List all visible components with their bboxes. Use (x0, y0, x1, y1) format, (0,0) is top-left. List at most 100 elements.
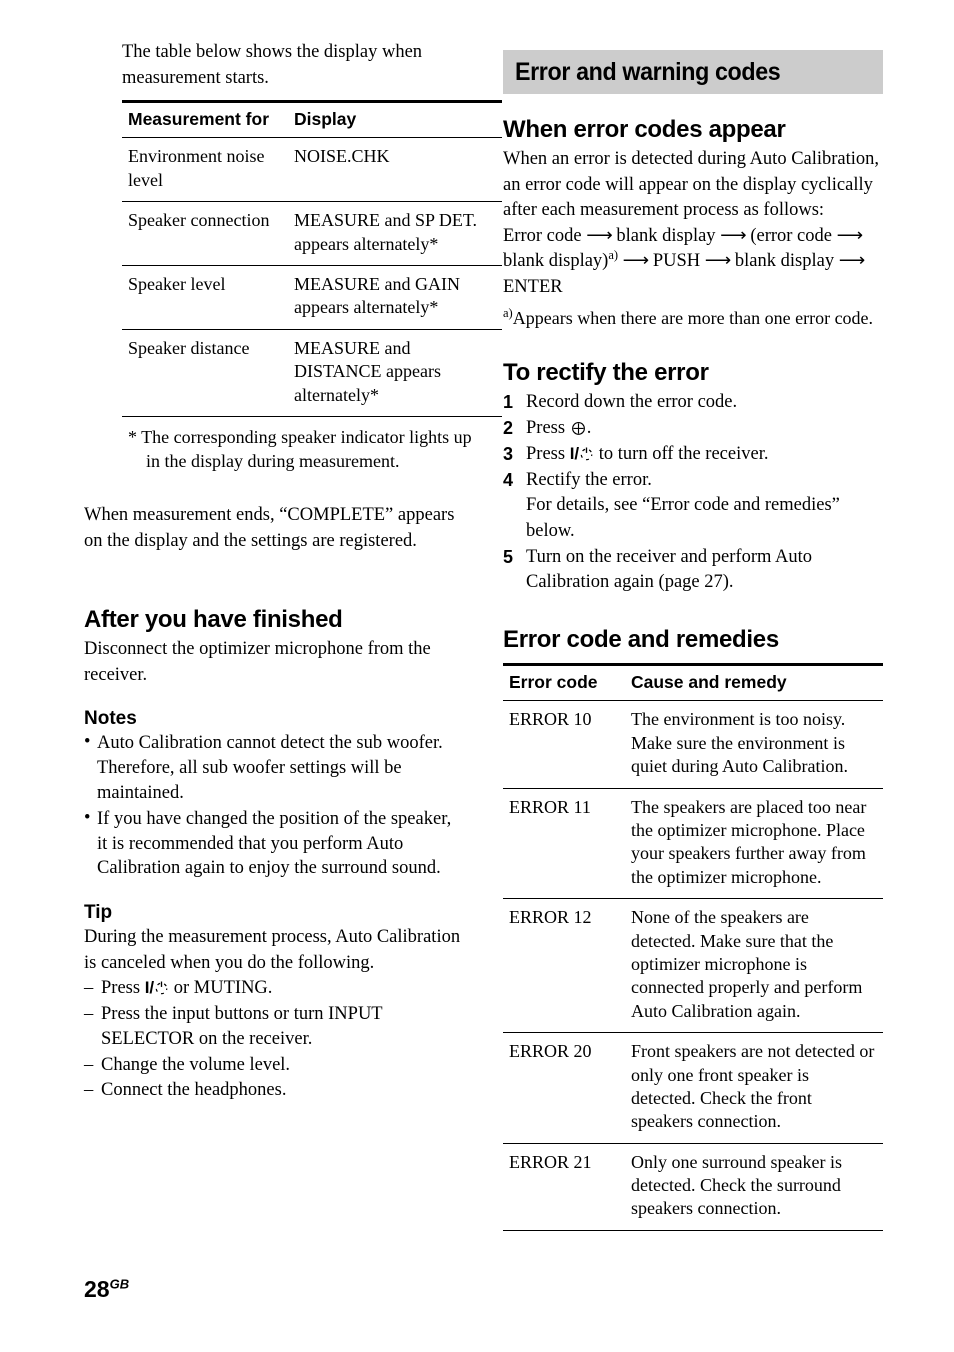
complete-paragraph: When measurement ends, “COMPLETE” appear… (84, 505, 455, 551)
when-error-codes-paragraph: When an error is detected during Auto Ca… (503, 149, 880, 221)
cell-remedy: The speakers are placed too near the opt… (631, 796, 867, 887)
intro-paragraph: The table below shows the display when m… (122, 42, 423, 88)
heading-notes: Notes (84, 708, 137, 730)
table-header-row: Error code Cause and remedy (503, 664, 883, 701)
after-finished-body: Disconnect the optimizer microphone from… (84, 639, 431, 685)
list-item: Connect the headphones. (84, 1078, 464, 1103)
power-symbol-label: I/ (145, 978, 169, 997)
heading-to-rectify-the-error: To rectify the error (503, 358, 709, 386)
arrow-icon: ⟶ (836, 225, 864, 246)
cell-error-code: ERROR 12 (509, 907, 592, 928)
step-text: Rectify the error. (526, 470, 652, 491)
column-header-measurement-for: Measurement for (128, 109, 270, 130)
cell-remedy: None of the speakers are detected. Make … (631, 907, 863, 1021)
cell-measurement-for: Environment noise level (128, 146, 265, 190)
list-item: Press the input buttons or turn INPUT SE… (84, 1002, 464, 1052)
tip-text-muting: or MUTING. (169, 978, 273, 999)
step-text-before: Press (526, 444, 570, 465)
table-row: Environment noise level NOISE.CHK (122, 138, 502, 202)
column-header-cause-and-remedy: Cause and remedy (631, 672, 787, 693)
right-column: Error and warning codes When error codes… (503, 50, 883, 1231)
measurement-table-head: Measurement for Display (122, 101, 502, 138)
column-header-error-code: Error code (509, 672, 598, 693)
step-text-after: . (586, 418, 592, 438)
cell-error-code: ERROR 21 (509, 1151, 592, 1172)
list-item: Press I/ to turn off the receiver. (503, 442, 883, 467)
tip-text: Connect the headphones. (101, 1080, 287, 1101)
table-row: Speaker level MEASURE and GAIN appears a… (122, 265, 502, 330)
section-band: Error and warning codes (503, 50, 883, 94)
table-row: Speaker connection MEASURE and SP DET. a… (122, 202, 502, 266)
footnote-marker: a) (503, 306, 513, 321)
cell-measurement-for: Speaker distance (128, 337, 250, 358)
heading-error-code-and-remedies: Error code and remedies (503, 626, 779, 654)
heading-tip: Tip (84, 902, 113, 924)
cell-error-code: ERROR 20 (509, 1041, 592, 1062)
list-item: Auto Calibration cannot detect the sub w… (84, 730, 464, 805)
error-code-flow: Error code ⟶ blank display ⟶ (error code… (503, 224, 883, 301)
error-remedies-table: Error code Cause and remedy ERROR 10 The… (503, 663, 883, 1231)
table-row: ERROR 21 Only one surround speaker is de… (503, 1143, 883, 1231)
cell-remedy: The environment is too noisy. Make sure … (631, 709, 848, 777)
cell-measurement-for: Speaker level (128, 273, 226, 294)
error-table-body: ERROR 10 The environment is too noisy. M… (503, 701, 883, 1231)
page-locale-suffix: GB (109, 1276, 130, 1292)
cell-display: MEASURE and SP DET. appears alternately* (294, 210, 478, 254)
cell-error-code: ERROR 10 (509, 709, 592, 730)
footnote-reference: a) (608, 247, 619, 262)
tip-intro: During the measurement process, Auto Cal… (84, 927, 461, 973)
error-table-head: Error code Cause and remedy (503, 664, 883, 701)
tip-text: Change the volume level. (101, 1054, 291, 1075)
power-icon (579, 444, 594, 461)
step-text-before: Press (526, 418, 570, 438)
step-text-after: to turn off the receiver. (594, 444, 769, 465)
document-page: The table below shows the display when m… (0, 0, 954, 1352)
step-text: Record down the error code. (526, 391, 738, 412)
list-item: Turn on the receiver and perform Auto Ca… (503, 545, 883, 595)
cell-remedy: Only one surround speaker is detected. C… (631, 1151, 842, 1219)
tip-list: Press I/ or MUTING. Press the input butt… (84, 976, 464, 1103)
list-item: Rectify the error. For details, see “Err… (503, 468, 883, 543)
table-row: ERROR 10 The environment is too noisy. M… (503, 701, 883, 789)
error-flow-footnote: a)Appears when there are more than one e… (503, 307, 883, 331)
step-continuation-text: For details, see “Error code and remedie… (526, 495, 840, 541)
list-item: If you have changed the position of the … (84, 806, 464, 881)
flow-part-blank-display-2: blank display (734, 251, 835, 272)
page-number-value: 28 (84, 1276, 110, 1302)
arrow-icon: ⟶ (838, 251, 866, 272)
flow-part-enter: ENTER (503, 276, 563, 297)
rectify-steps-list: Record down the error code. Press . Pres… (503, 390, 883, 595)
left-column: The table below shows the display when m… (84, 40, 502, 1104)
measurement-table-footnote: * The corresponding speaker indicator li… (128, 426, 472, 471)
arrow-icon: ⟶ (704, 251, 732, 272)
flow-part-blank-display: blank display (616, 225, 716, 246)
heading-when-error-codes-appear: When error codes appear (503, 116, 786, 143)
tip-text-press: Press (101, 978, 145, 999)
measurement-display-table: Measurement for Display Environment nois… (122, 100, 502, 417)
flow-part-push: PUSH (652, 251, 701, 272)
note-text: If you have changed the position of the … (97, 808, 452, 879)
page-number: 28GB (84, 1276, 129, 1303)
cell-display: MEASURE and GAIN appears alternately* (294, 273, 460, 318)
flow-part-error-code-paren: (error code (750, 225, 832, 246)
table-row: Speaker distance MEASURE and DISTANCE ap… (122, 329, 502, 417)
footnote-text: Appears when there are more than one err… (512, 308, 874, 329)
flow-part-error-code: Error code (503, 225, 582, 246)
circle-plus-icon (570, 419, 587, 436)
arrow-icon: ⟶ (622, 251, 650, 272)
list-item: Change the volume level. (84, 1053, 464, 1078)
cell-remedy: Front speakers are not detected or only … (631, 1041, 875, 1132)
notes-list: Auto Calibration cannot detect the sub w… (84, 730, 464, 881)
tip-text: Press the input buttons or turn INPUT SE… (101, 1003, 383, 1049)
power-symbol-label: I/ (570, 444, 594, 463)
measurement-table-body: Environment noise level NOISE.CHK Speake… (122, 138, 502, 417)
list-item: Press I/ or MUTING. (84, 976, 464, 1001)
heading-after-you-have-finished: After you have finished (84, 606, 343, 634)
list-item: Record down the error code. (503, 390, 883, 415)
cell-error-code: ERROR 11 (509, 796, 591, 817)
cell-display: MEASURE and DISTANCE appears alternately… (294, 337, 442, 405)
table-row: ERROR 11 The speakers are placed too nea… (503, 788, 883, 899)
arrow-icon: ⟶ (586, 225, 613, 246)
cell-measurement-for: Speaker connection (128, 210, 270, 231)
power-icon (154, 979, 169, 995)
